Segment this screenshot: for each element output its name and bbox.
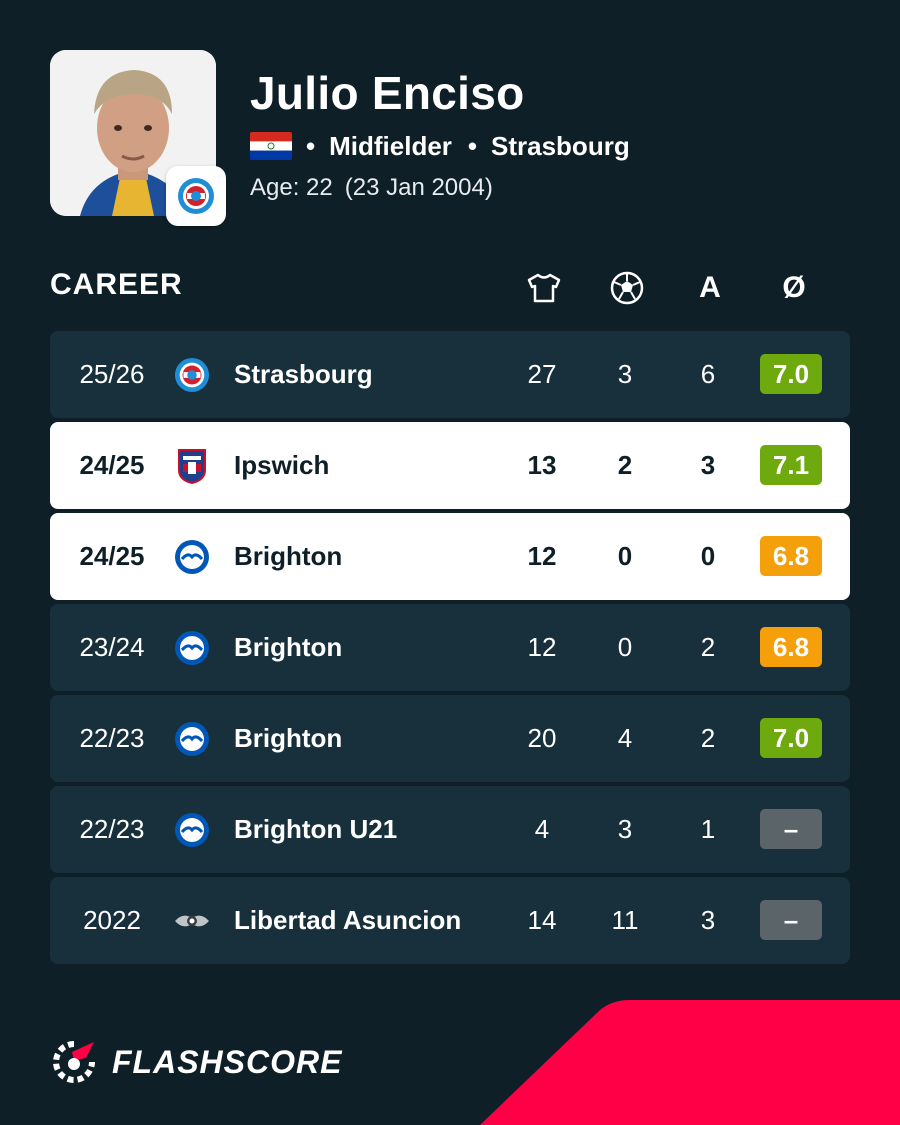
career-row: 2022 Libertad Asuncion 14 11 3 – [50,877,850,964]
rating-badge: 7.0 [760,354,822,394]
flashscore-logo-icon [53,1041,95,1083]
row-goals: 3 [617,814,633,844]
row-team: Ipswich [234,450,330,480]
row-team: Libertad Asuncion [234,905,462,935]
rating-badge: 6.8 [760,627,822,667]
row-season: 25/26 [79,359,145,389]
libertad-logo [172,877,212,964]
player-name: Julio Enciso [250,67,525,119]
row-goals: 3 [617,359,633,389]
ball-icon [607,268,647,308]
separator-dot: • [306,130,316,161]
row-team: Strasbourg [234,359,373,389]
rating-badge: 7.0 [760,718,822,758]
career-title: CAREER [50,268,183,301]
assists-column-header: A [699,271,721,304]
row-season: 24/25 [79,450,145,480]
row-appearances: 27 [527,359,557,389]
career-row: 22/23 Brighton 20 4 2 7.0 [50,695,850,782]
row-assists: 2 [700,632,716,662]
player-meta: • Midfielder • Strasbourg [250,130,646,162]
row-assists: 0 [700,541,716,571]
career-row: 22/23 Brighton U21 4 3 1 – [50,786,850,873]
row-team: Brighton [234,541,343,571]
strasbourg-logo [172,331,212,418]
player-club: Strasbourg [491,130,630,161]
player-age: Age: 22 (23 Jan 2004) [250,174,505,202]
row-season: 24/25 [79,541,145,571]
row-assists: 1 [700,814,716,844]
birth-date: (23 Jan 2004) [344,174,493,201]
row-assists: 3 [700,905,716,935]
row-assists: 6 [700,359,716,389]
row-appearances: 13 [527,450,557,480]
age-label: Age: 22 [250,174,333,201]
row-team: Brighton [234,632,343,662]
rating-badge: 7.1 [760,445,822,485]
row-appearances: 20 [527,723,557,753]
row-appearances: 12 [527,541,557,571]
rating-badge: – [760,900,822,940]
row-season: 23/24 [79,632,145,662]
career-header: CAREER A Ø [50,262,850,314]
brand-name: FLASHSCORE [112,1043,343,1080]
career-row: 23/24 Brighton 12 0 2 6.8 [50,604,850,691]
brighton-logo [172,604,212,691]
career-row: 24/25 Brighton 12 0 0 6.8 [50,513,850,600]
strasbourg-logo [178,178,214,214]
row-goals: 11 [611,905,639,935]
row-goals: 4 [617,723,633,753]
brighton-logo [172,786,212,873]
brighton-logo [172,513,212,600]
rating-badge: 6.8 [760,536,822,576]
separator-dot: • [467,130,478,161]
row-appearances: 4 [534,814,550,844]
row-appearances: 14 [527,905,557,935]
ipswich-logo [172,422,212,509]
row-season: 22/23 [79,814,145,844]
career-row: 25/26 Strasbourg 27 3 6 7.0 [50,331,850,418]
row-season: 22/23 [79,723,145,753]
row-goals: 0 [617,632,633,662]
paraguay-flag-icon [250,132,292,160]
player-header: Julio Enciso • Midfielder • Strasbourg A… [50,50,850,230]
flashscore-brand: FLASHSCORE [50,1038,342,1086]
row-season: 2022 [83,905,141,935]
row-team: Brighton U21 [234,814,398,844]
player-position: Midfielder [329,130,452,161]
row-appearances: 12 [527,632,557,662]
rating-badge: – [760,809,822,849]
jersey-icon [524,268,564,308]
row-goals: 0 [617,541,633,571]
rating-column-header: Ø [782,271,806,304]
career-row: 24/25 Ipswich 13 2 3 7.1 [50,422,850,509]
brighton-logo [172,695,212,782]
row-team: Brighton [234,723,343,753]
row-goals: 2 [617,450,633,480]
current-club-badge [166,166,226,226]
row-assists: 2 [700,723,716,753]
row-assists: 3 [700,450,716,480]
